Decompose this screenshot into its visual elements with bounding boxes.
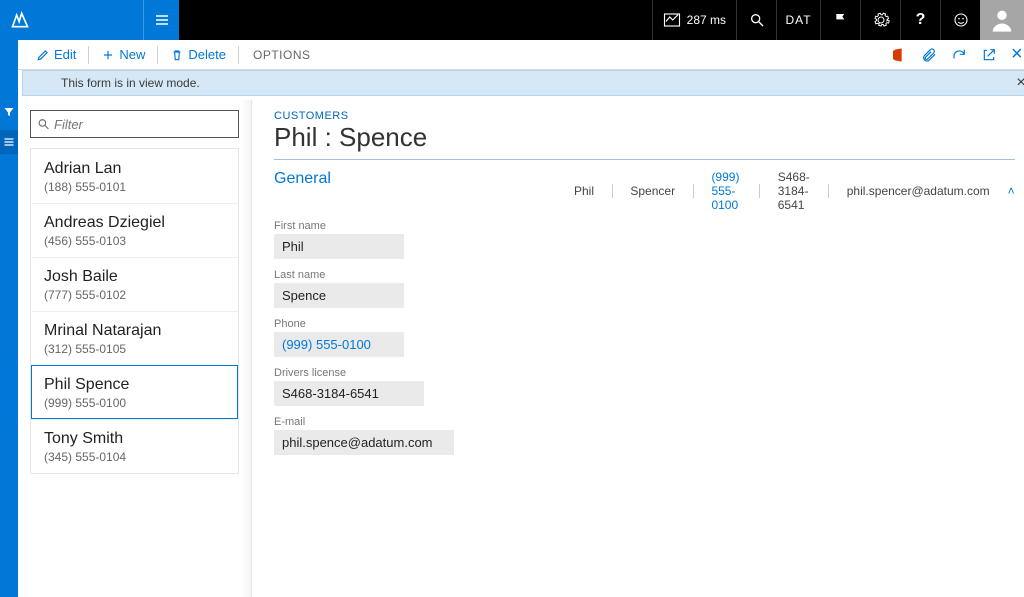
field-license: Drivers license S468-3184-6541 — [274, 367, 1015, 406]
plus-icon — [101, 48, 115, 62]
trash-icon — [170, 48, 184, 62]
detail-pane: CUSTOMERS Phil : Spence General Phil Spe… — [252, 100, 1024, 597]
customer-item[interactable]: Mrinal Natarajan (312) 555-0105 — [31, 311, 238, 365]
field-phone: Phone (999) 555-0100 — [274, 318, 1015, 357]
search-icon[interactable] — [736, 0, 776, 40]
field-last-name: Last name Spence — [274, 269, 1015, 308]
field-label: E-mail — [274, 416, 1015, 428]
customer-list: Adrian Lan (188) 555-0101 Andreas Dziegi… — [30, 148, 239, 474]
list-icon[interactable] — [0, 130, 18, 154]
customer-phone: (188) 555-0101 — [44, 180, 225, 194]
field-label: Drivers license — [274, 367, 1015, 379]
filter-icon[interactable] — [0, 100, 18, 124]
field-label: Last name — [274, 269, 1015, 281]
new-button[interactable]: New — [91, 40, 155, 70]
perf-icon — [663, 11, 681, 29]
separator — [157, 46, 158, 64]
customer-phone: (777) 555-0102 — [44, 288, 225, 302]
field-email: E-mail phil.spence@adatum.com — [274, 416, 1015, 455]
customer-phone: (456) 555-0103 — [44, 234, 225, 248]
field-first-name: First name Phil — [274, 220, 1015, 259]
search-small-icon — [37, 117, 50, 131]
close-detail-icon[interactable]: × — [1011, 43, 1023, 66]
popout-icon[interactable] — [981, 47, 997, 63]
action-toolbar: Edit New Delete OPTIONS — [18, 40, 1024, 70]
chevron-up-icon[interactable]: ˄ — [1008, 184, 1015, 198]
customer-name: Josh Baile — [44, 268, 225, 286]
info-bar: This form is in view mode. × — [22, 70, 1024, 96]
customer-item-selected[interactable]: Phil Spence (999) 555-0100 — [31, 365, 238, 419]
info-close-icon[interactable]: × — [1016, 74, 1024, 92]
delete-button[interactable]: Delete — [160, 40, 236, 70]
feedback-icon[interactable] — [940, 0, 980, 40]
hamburger-icon[interactable] — [143, 0, 179, 40]
field-value[interactable]: Phil — [274, 234, 404, 259]
customer-list-pane: Adrian Lan (188) 555-0101 Andreas Dziegi… — [18, 100, 252, 597]
customer-phone: (345) 555-0104 — [44, 450, 225, 464]
perf-indicator[interactable]: 287 ms — [652, 0, 736, 40]
topbar-spacer — [179, 0, 652, 40]
field-value-email[interactable]: phil.spence@adatum.com — [274, 430, 454, 455]
perf-ms: 287 ms — [687, 13, 726, 27]
customer-phone: (999) 555-0100 — [44, 396, 225, 410]
refresh-icon[interactable] — [951, 47, 967, 63]
gear-icon[interactable] — [860, 0, 900, 40]
attach-icon[interactable] — [921, 47, 937, 63]
company-picker[interactable]: DAT — [776, 0, 820, 40]
customer-name: Mrinal Natarajan — [44, 322, 225, 340]
customer-item[interactable]: Andreas Dziegiel (456) 555-0103 — [31, 203, 238, 257]
customer-name: Phil Spence — [44, 376, 225, 394]
summary-row: Phil Spencer (999) 555-0100 S468-3184-65… — [574, 170, 1015, 212]
summary-license: S468-3184-6541 — [778, 170, 811, 212]
edit-button[interactable]: Edit — [26, 40, 86, 70]
separator — [238, 46, 239, 64]
customer-item[interactable]: Tony Smith (345) 555-0104 — [31, 419, 238, 473]
filter-box[interactable] — [30, 110, 239, 138]
nav-strip-blue — [0, 40, 18, 597]
field-label: First name — [274, 220, 1015, 232]
options-button[interactable]: OPTIONS — [241, 48, 323, 62]
pencil-icon — [36, 48, 50, 62]
breadcrumb[interactable]: CUSTOMERS — [274, 110, 1015, 122]
app-logo[interactable] — [0, 0, 143, 40]
user-avatar[interactable] — [980, 0, 1024, 40]
customer-phone: (312) 555-0105 — [44, 342, 225, 356]
customer-name: Tony Smith — [44, 430, 225, 448]
summary-last: Spencer — [630, 184, 675, 198]
customer-item[interactable]: Adrian Lan (188) 555-0101 — [31, 149, 238, 203]
field-value[interactable]: Spence — [274, 283, 404, 308]
summary-first: Phil — [574, 184, 594, 198]
office-icon[interactable] — [891, 47, 907, 63]
summary-email: phil.spencer@adatum.com — [847, 184, 990, 198]
title-underline — [274, 159, 1015, 160]
topbar: 287 ms DAT ? — [0, 0, 1024, 40]
filter-input[interactable] — [54, 117, 232, 132]
help-icon[interactable]: ? — [900, 0, 940, 40]
customer-item[interactable]: Josh Baile (777) 555-0102 — [31, 257, 238, 311]
field-value[interactable]: S468-3184-6541 — [274, 381, 424, 406]
separator — [88, 46, 89, 64]
record-title: Phil : Spence — [274, 122, 1015, 153]
field-label: Phone — [274, 318, 1015, 330]
customer-name: Adrian Lan — [44, 160, 225, 178]
field-value-phone[interactable]: (999) 555-0100 — [274, 332, 404, 357]
summary-phone[interactable]: (999) 555-0100 — [711, 170, 741, 212]
customer-name: Andreas Dziegiel — [44, 214, 225, 232]
info-message: This form is in view mode. — [61, 76, 200, 90]
flag-icon[interactable] — [820, 0, 860, 40]
section-title: General — [274, 170, 574, 188]
topbar-right: 287 ms DAT ? — [652, 0, 1024, 40]
